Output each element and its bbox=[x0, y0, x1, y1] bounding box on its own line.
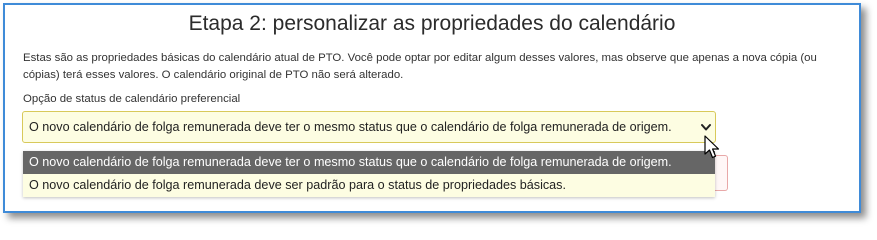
page-title: Etapa 2: personalizar as propriedades do… bbox=[188, 12, 676, 35]
screenshot-stage: Etapa 2: personalizar as propriedades do… bbox=[0, 0, 877, 225]
description-text: Estas são as propriedades básicas do cal… bbox=[23, 52, 817, 81]
status-option-selected-value: O novo calendário de folga remunerada de… bbox=[29, 120, 672, 134]
calendar-properties-panel: Etapa 2: personalizar as propriedades do… bbox=[3, 3, 861, 213]
chevron-down-icon[interactable] bbox=[700, 121, 712, 133]
dropdown-option-default-status[interactable]: O novo calendário de folga remunerada de… bbox=[23, 174, 715, 197]
status-option-label: Opção de status de calendário preferenci… bbox=[23, 93, 241, 105]
status-option-dropdown-list: O novo calendário de folga remunerada de… bbox=[23, 151, 715, 197]
dropdown-option-same-status[interactable]: O novo calendário de folga remunerada de… bbox=[23, 151, 715, 174]
mouse-cursor-icon bbox=[704, 135, 720, 159]
status-option-select[interactable]: O novo calendário de folga remunerada de… bbox=[22, 111, 716, 143]
